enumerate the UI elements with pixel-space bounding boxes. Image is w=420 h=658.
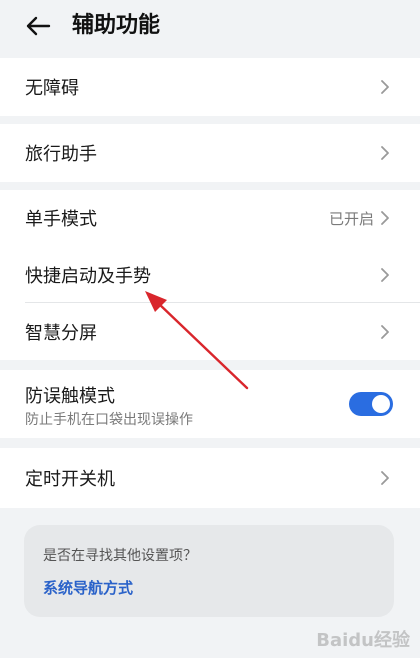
page-title: 辅助功能 xyxy=(72,13,161,38)
back-button[interactable] xyxy=(22,10,54,42)
toggle-knob xyxy=(372,395,390,413)
setting-row-one-handed-mode[interactable]: 单手模式 已开启 xyxy=(0,190,420,246)
setting-label: 定时开关机 xyxy=(25,469,115,490)
setting-label: 单手模式 xyxy=(25,209,97,230)
settings-card-accessibility: 无障碍 xyxy=(0,58,420,116)
app-header: 辅助功能 xyxy=(0,0,420,56)
setting-row-scheduled-power[interactable]: 定时开关机 xyxy=(0,448,420,508)
settings-card-scheduled-power: 定时开关机 xyxy=(0,448,420,508)
setting-label: 无障碍 xyxy=(25,78,79,99)
setting-row-smart-split-screen[interactable]: 智慧分屏 xyxy=(0,303,420,360)
chevron-right-icon xyxy=(378,209,392,227)
setting-label: 智慧分屏 xyxy=(25,322,97,344)
settings-card-gestures: 单手模式 已开启 快捷启动及手势 智慧分屏 xyxy=(0,190,420,360)
chevron-right-icon xyxy=(378,266,392,284)
setting-label: 防误触模式 xyxy=(25,386,115,407)
suggestion-card: 是否在寻找其他设置项？ 系统导航方式 xyxy=(24,525,394,617)
chevron-right-icon xyxy=(378,144,392,162)
setting-label: 快捷启动及手势 xyxy=(25,265,151,287)
setting-row-shortcuts-gestures[interactable]: 快捷启动及手势 xyxy=(0,246,420,303)
setting-row-accidental-touch: 防误触模式 防止手机在口袋出现误操作 xyxy=(0,370,420,438)
arrow-left-icon xyxy=(26,16,51,36)
setting-label: 旅行助手 xyxy=(25,144,97,165)
settings-card-accidental-touch: 防误触模式 防止手机在口袋出现误操作 xyxy=(0,370,420,438)
suggestion-question: 是否在寻找其他设置项？ xyxy=(43,548,197,564)
chevron-right-icon xyxy=(378,323,392,341)
setting-row-accessibility[interactable]: 无障碍 xyxy=(0,58,420,116)
setting-row-travel-assistant[interactable]: 旅行助手 xyxy=(0,124,420,182)
system-navigation-link[interactable]: 系统导航方式 xyxy=(43,577,133,598)
chevron-right-icon xyxy=(378,78,392,96)
setting-status-value: 已开启 xyxy=(328,209,374,228)
setting-description: 防止手机在口袋出现误操作 xyxy=(25,412,193,428)
accidental-touch-toggle[interactable] xyxy=(349,392,393,416)
chevron-right-icon xyxy=(378,469,392,487)
watermark-logo: Baidu经验 xyxy=(316,630,410,651)
settings-card-travel: 旅行助手 xyxy=(0,124,420,182)
